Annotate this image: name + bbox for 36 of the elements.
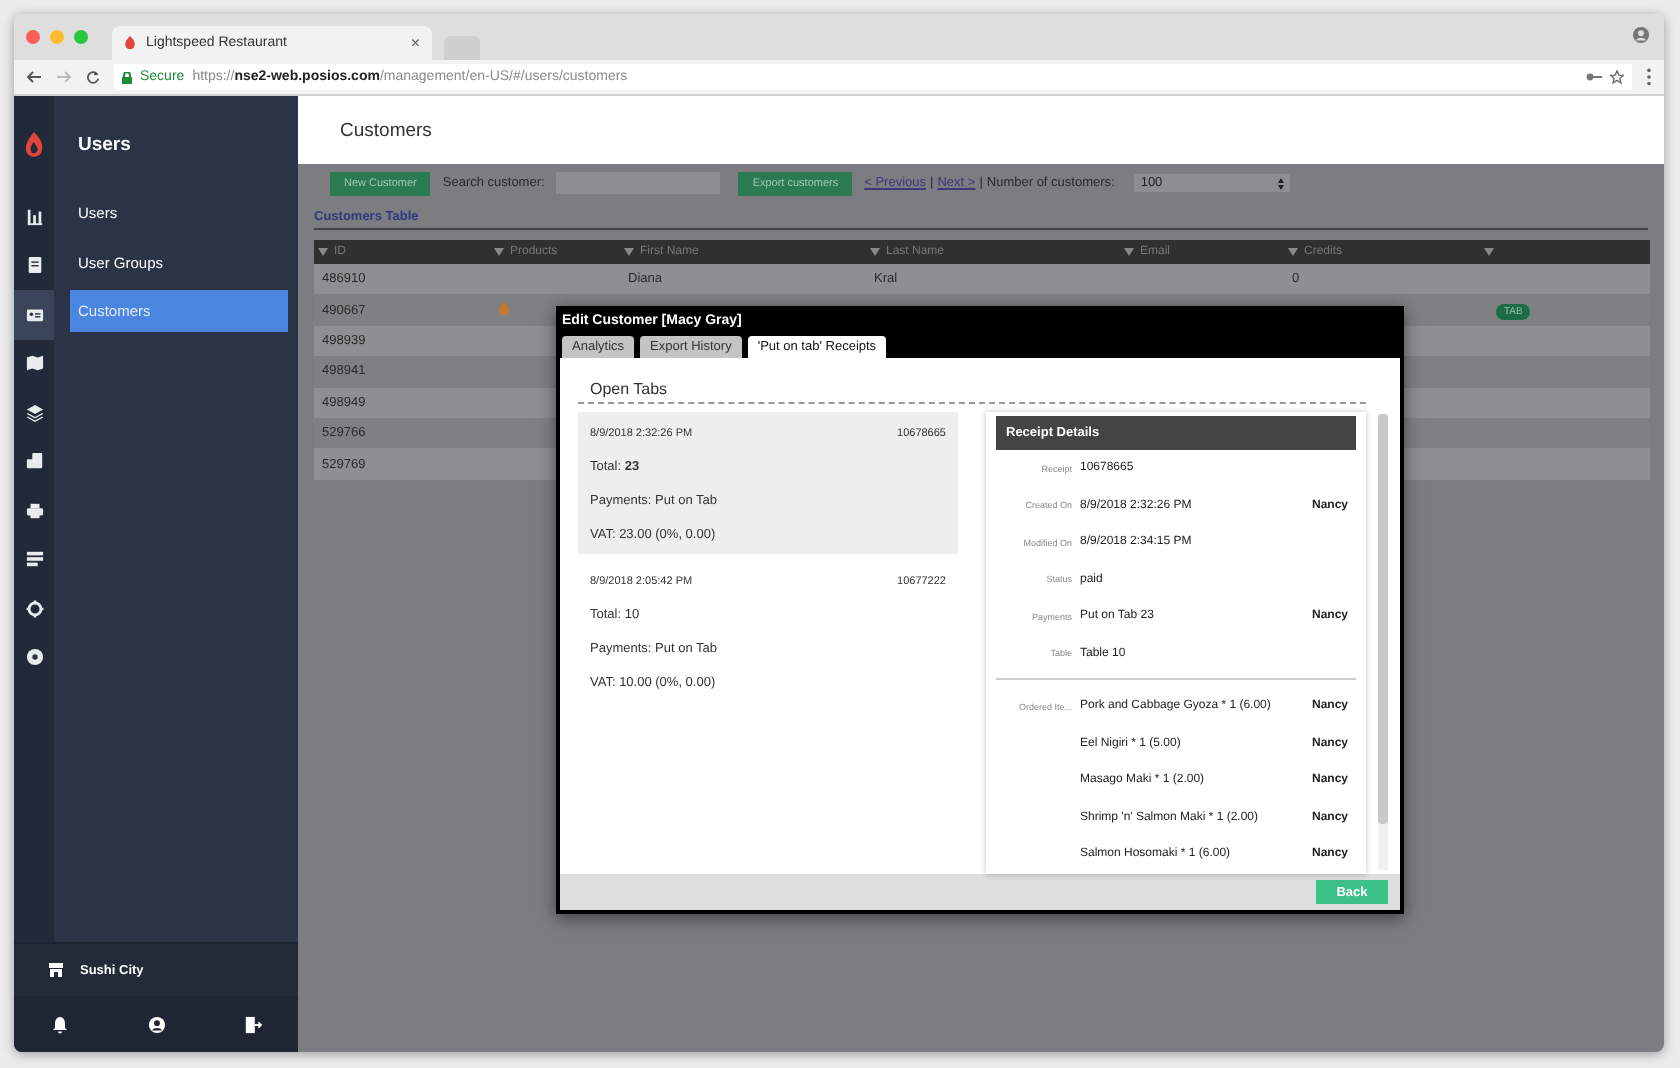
star-icon[interactable]: [1610, 70, 1624, 84]
close-tab-button[interactable]: ×: [410, 34, 420, 52]
scrollbar[interactable]: [1378, 414, 1388, 870]
flame-icon: [124, 36, 136, 50]
menu-icon[interactable]: [1646, 68, 1652, 86]
logout-icon[interactable]: [244, 1015, 262, 1033]
sort-icon[interactable]: [870, 248, 880, 256]
chart-icon[interactable]: [25, 207, 43, 226]
reload-icon[interactable]: [86, 70, 100, 84]
stack-icon[interactable]: [25, 550, 43, 569]
store-icon: [48, 962, 64, 978]
layers-icon[interactable]: [25, 403, 43, 422]
sort-icon[interactable]: [1288, 248, 1298, 256]
settings-icon[interactable]: [25, 599, 43, 618]
sort-icon[interactable]: [624, 248, 634, 256]
lock-icon: [122, 71, 132, 83]
id-card-icon[interactable]: [25, 305, 43, 324]
sort-icon[interactable]: [1124, 248, 1134, 256]
back-arrow-icon[interactable]: [26, 70, 42, 84]
section-title: Open Tabs: [578, 358, 1366, 404]
sort-icon[interactable]: [1484, 248, 1494, 256]
help-icon[interactable]: [25, 648, 43, 667]
devices-icon[interactable]: [25, 452, 43, 471]
map-icon[interactable]: [25, 354, 43, 373]
printer-icon[interactable]: [25, 501, 43, 520]
bell-icon[interactable]: [52, 1015, 68, 1033]
document-icon[interactable]: [25, 256, 43, 275]
sort-icon[interactable]: [318, 248, 328, 256]
key-icon[interactable]: [1586, 72, 1602, 82]
up-down-arrows-icon: [1278, 177, 1285, 189]
page-title: Customers: [298, 96, 1664, 164]
sidebar-title: Users: [76, 131, 133, 159]
profile-icon[interactable]: [1632, 26, 1650, 44]
sort-icon[interactable]: [494, 248, 504, 256]
user-icon[interactable]: [147, 1015, 165, 1033]
flame-logo-icon: [24, 131, 44, 157]
